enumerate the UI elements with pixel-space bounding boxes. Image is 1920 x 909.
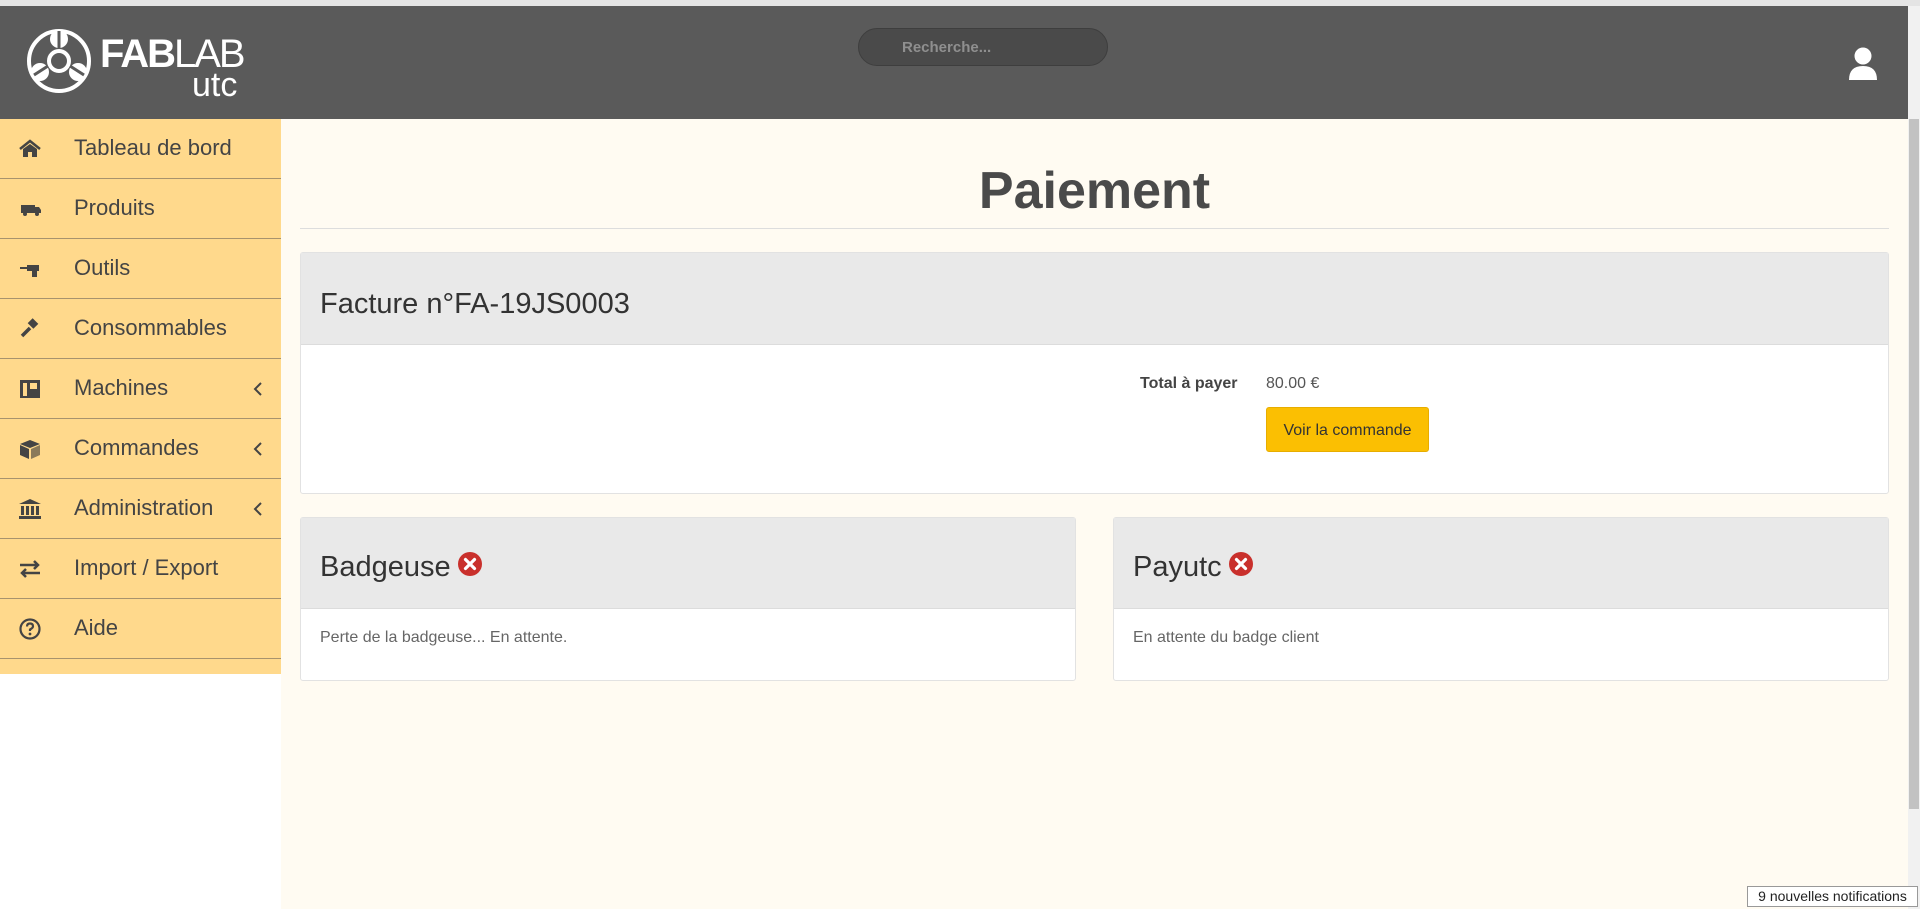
logo-subtitle: utc	[192, 66, 238, 104]
search-input[interactable]	[858, 28, 1108, 66]
sidebar-item-import-export[interactable]: Import / Export	[0, 539, 281, 599]
sidebar-item-produits[interactable]: Produits	[0, 179, 281, 239]
scrollbar-thumb[interactable]	[1909, 119, 1919, 809]
sidebar-item-machines[interactable]: Machines	[0, 359, 281, 419]
fablab-logo[interactable]: FABLAB utc	[26, 28, 246, 108]
drill-icon	[20, 265, 39, 277]
gavel-icon	[20, 318, 39, 338]
invoice-title: Facture n°FA-19JS0003	[320, 288, 630, 320]
payutc-title: Payutc	[1133, 551, 1222, 583]
home-icon	[19, 139, 41, 157]
sidebar-item-label: Outils	[74, 255, 131, 280]
machine-icon	[20, 380, 40, 398]
badgeuse-panel-header: Badgeuse	[301, 518, 1075, 609]
badgeuse-panel: Badgeuse Perte de la badgeuse... En atte…	[300, 517, 1076, 681]
notifications-toast[interactable]: 9 nouvelles notifications	[1747, 886, 1918, 907]
badgeuse-title-wrap: Badgeuse	[320, 551, 483, 584]
chevron-left-icon	[253, 502, 262, 516]
sidebar-item-label: Machines	[74, 375, 169, 400]
box-icon	[20, 440, 40, 459]
sidebar-item-label: Consommables	[74, 315, 227, 340]
payutc-title-wrap: Payutc	[1133, 551, 1254, 584]
bank-icon	[19, 499, 41, 519]
main-content: Paiement Facture n°FA-19JS0003 Total à p…	[281, 119, 1908, 909]
chevron-left-icon	[253, 442, 262, 456]
view-order-button[interactable]: Voir la commande	[1266, 407, 1429, 452]
sidebar-item-label: Aide	[74, 615, 119, 640]
sidebar-item-administration[interactable]: Administration	[0, 479, 281, 539]
badgeuse-title: Badgeuse	[320, 551, 451, 583]
sidebar-item-commandes[interactable]: Commandes	[0, 419, 281, 479]
sidebar-item-label: Administration	[74, 495, 214, 520]
sidebar-item-tableau-de-bord[interactable]: Tableau de bord	[0, 119, 281, 179]
sidebar: Tableau de bord Produits Outils Consomma…	[0, 119, 281, 674]
payutc-panel: Payutc En attente du badge client	[1113, 517, 1889, 681]
error-circle-icon	[1228, 552, 1253, 576]
total-value: 80.00 €	[1266, 375, 1320, 392]
sidebar-item-label: Produits	[74, 195, 155, 220]
invoice-panel-header: Facture n°FA-19JS0003	[301, 253, 1888, 345]
sidebar-item-label: Import / Export	[74, 555, 219, 580]
top-navbar: FABLAB utc	[0, 6, 1908, 119]
total-label: Total à payer	[1140, 375, 1238, 392]
chevron-left-icon	[253, 382, 262, 396]
sidebar-item-label: Tableau de bord	[74, 135, 232, 160]
sidebar-item-consommables[interactable]: Consommables	[0, 299, 281, 359]
title-divider	[300, 228, 1889, 229]
payutc-panel-header: Payutc	[1114, 518, 1888, 609]
payutc-status-message: En attente du badge client	[1133, 629, 1319, 646]
exchange-icon	[20, 560, 40, 578]
sidebar-item-aide[interactable]: Aide	[0, 599, 281, 659]
badgeuse-status-message: Perte de la badgeuse... En attente.	[320, 629, 568, 646]
question-circle-icon	[19, 618, 41, 640]
fablab-logo-icon	[27, 29, 91, 93]
truck-icon	[21, 205, 41, 216]
page-title: Paiement	[978, 162, 1211, 220]
error-circle-icon	[457, 552, 482, 576]
sidebar-item-label: Commandes	[74, 435, 199, 460]
user-menu-button[interactable]	[1848, 46, 1878, 82]
sidebar-item-outils[interactable]: Outils	[0, 239, 281, 299]
user-icon	[1849, 47, 1877, 80]
invoice-panel: Facture n°FA-19JS0003 Total à payer 80.0…	[300, 252, 1889, 494]
